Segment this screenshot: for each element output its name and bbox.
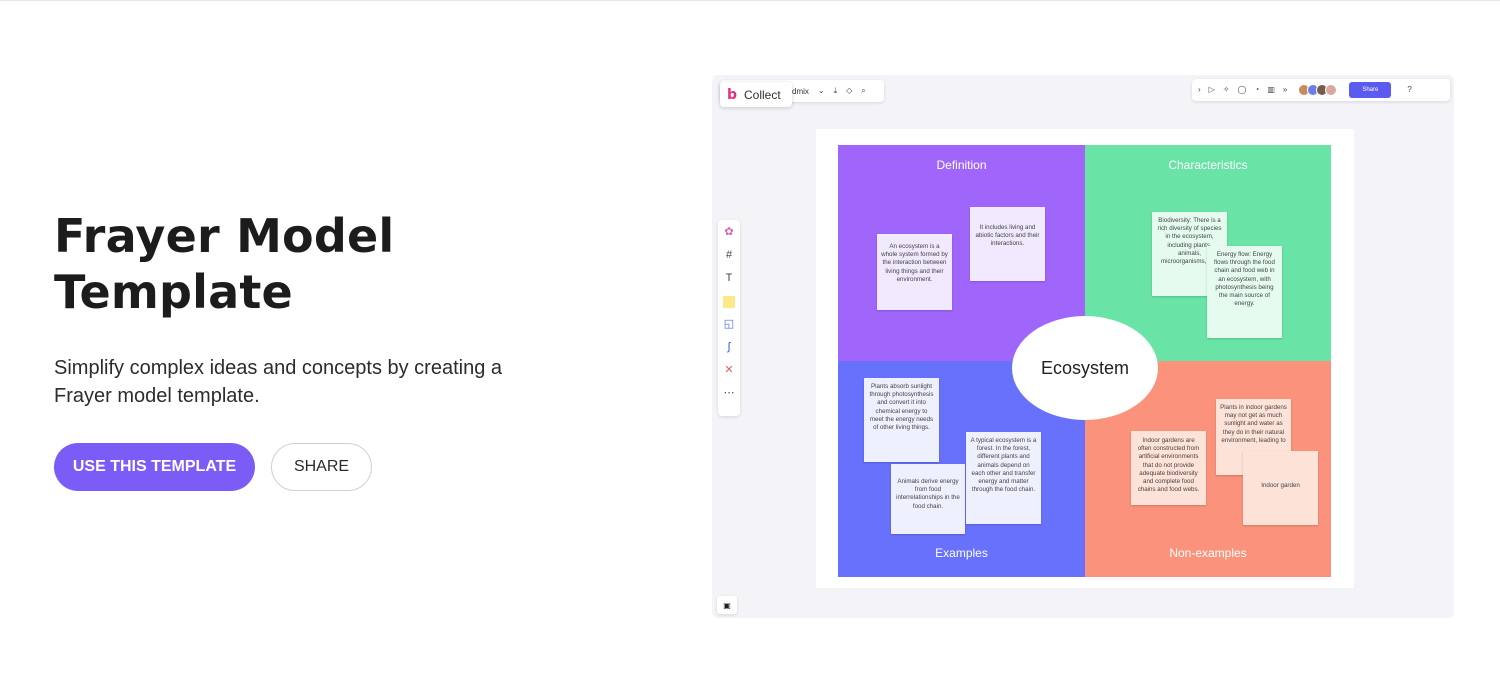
comment-icon[interactable]: ◯ bbox=[1238, 86, 1247, 94]
play-icon[interactable]: ▷ bbox=[1209, 86, 1215, 94]
sticky-note[interactable]: Indoor garden bbox=[1243, 451, 1318, 525]
frame-icon[interactable]: # bbox=[722, 248, 736, 263]
tag-icon[interactable]: ◇ bbox=[846, 87, 852, 95]
sticky-note-icon[interactable] bbox=[722, 294, 736, 309]
center-concept-label: Ecosystem bbox=[1040, 357, 1130, 378]
celebrate-icon[interactable]: ✧ bbox=[1223, 86, 1230, 94]
sticky-note[interactable]: Plants absorb sunlight through photosynt… bbox=[864, 378, 939, 462]
sticky-note[interactable]: An ecosystem is a whole system formed by… bbox=[877, 234, 952, 310]
chevron-right-icon[interactable]: › bbox=[1198, 86, 1201, 94]
page-title: Frayer Model Template bbox=[54, 208, 574, 320]
templates-icon[interactable]: ✿ bbox=[722, 225, 736, 240]
shape-icon[interactable]: ◱ bbox=[722, 317, 736, 332]
chevron-down-icon[interactable]: ⌄ bbox=[818, 87, 825, 95]
board-name-crumb[interactable]: dmix bbox=[792, 87, 809, 96]
board-share-button[interactable]: Share bbox=[1349, 82, 1392, 98]
examples-title: Examples bbox=[935, 546, 988, 560]
connector-icon[interactable]: ∫ bbox=[722, 340, 736, 355]
center-concept[interactable]: Ecosystem bbox=[1012, 316, 1158, 420]
sticky-note[interactable]: Animals derive energy from food interrel… bbox=[891, 464, 965, 534]
collaborator-avatars[interactable] bbox=[1298, 84, 1338, 96]
sticky-note[interactable]: It includes living and abiotic factors a… bbox=[970, 207, 1045, 281]
sticky-note[interactable]: Indoor gardens are often constructed fro… bbox=[1131, 431, 1206, 505]
frayer-model-canvas: Definition An ecosystem is a whole syste… bbox=[816, 129, 1354, 588]
collect-label: Collect bbox=[744, 87, 781, 102]
help-icon[interactable]: ? bbox=[1407, 86, 1411, 94]
title-line-1: Frayer Model bbox=[54, 209, 395, 263]
vote-icon[interactable]: ▥ bbox=[1267, 86, 1275, 94]
page-description: Simplify complex ideas and concepts by c… bbox=[54, 357, 503, 407]
mindmap-icon[interactable]: ✕ bbox=[722, 363, 736, 378]
brand-logo-icon: b bbox=[727, 86, 738, 103]
hero-section: Frayer Model Template Simplify complex i… bbox=[54, 208, 574, 491]
use-template-button[interactable]: USE THIS TEMPLATE bbox=[54, 443, 255, 491]
characteristics-title: Characteristics bbox=[1168, 158, 1248, 172]
title-line-2: Template bbox=[54, 265, 293, 319]
sticky-note[interactable]: Energy flow: Energy flows through the fo… bbox=[1207, 246, 1282, 338]
definition-title: Definition bbox=[936, 158, 987, 172]
download-icon[interactable]: ⤓ bbox=[834, 87, 838, 95]
text-icon[interactable]: T bbox=[722, 271, 736, 286]
minimap-icon[interactable]: ▣ bbox=[717, 596, 737, 614]
template-preview[interactable]: dmix ⌄ ⤓ ◇ ⌕ b Collect › ▷ ✧ ◯ ◔ ▥ » Sha… bbox=[712, 75, 1454, 618]
share-button[interactable]: SHARE bbox=[271, 443, 372, 491]
top-right-toolbar: › ▷ ✧ ◯ ◔ ▥ » Share ? bbox=[1192, 79, 1450, 101]
timer-icon[interactable]: ◔ bbox=[1254, 86, 1259, 94]
left-toolbar: ✿ # T ◱ ∫ ✕ ⋯ bbox=[718, 220, 740, 416]
cta-row: USE THIS TEMPLATE SHARE bbox=[54, 443, 574, 491]
non-examples-title: Non-examples bbox=[1169, 546, 1247, 560]
more-tools-icon[interactable]: ⋯ bbox=[722, 386, 736, 401]
more-down-icon[interactable]: » bbox=[1283, 86, 1287, 94]
avatar bbox=[1325, 84, 1338, 96]
collect-button[interactable]: b Collect bbox=[720, 82, 792, 107]
search-icon[interactable]: ⌕ bbox=[861, 87, 865, 95]
sticky-note[interactable]: A typical ecosystem is a forest. In the … bbox=[966, 432, 1041, 524]
top-divider bbox=[0, 0, 1500, 1]
board-share-label: Share bbox=[1362, 87, 1379, 93]
